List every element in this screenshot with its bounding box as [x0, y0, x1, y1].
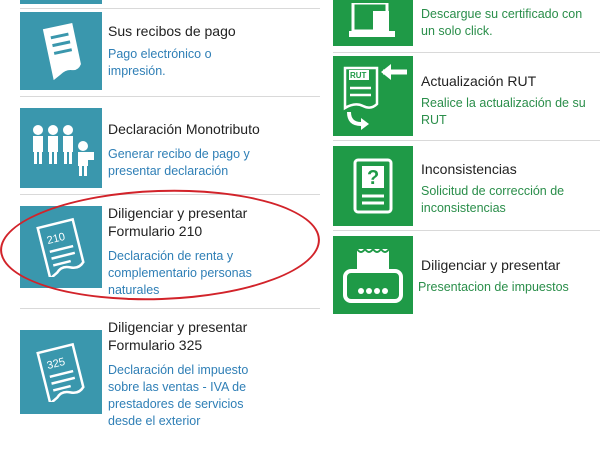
- separator: [333, 140, 600, 141]
- presentar-desc[interactable]: Presentacion de impuestos: [418, 279, 598, 296]
- people-icon: [20, 108, 102, 188]
- top-left-tile-partial[interactable]: [20, 0, 102, 4]
- certificado-desc[interactable]: Descargue su certificado con un solo cli…: [421, 6, 596, 40]
- separator: [20, 96, 320, 97]
- separator: [333, 230, 600, 231]
- recibos-title[interactable]: Sus recibos de pago: [108, 22, 308, 40]
- receipt-icon: [20, 12, 102, 90]
- question-document-icon: ?: [333, 146, 413, 226]
- separator: [20, 8, 320, 9]
- tax-machine-icon: [333, 236, 413, 314]
- formulario-325-title[interactable]: Diligenciar y presentar Formulario 325: [108, 318, 268, 354]
- svg-text:325: 325: [46, 356, 67, 372]
- inconsistencias-title[interactable]: Inconsistencias: [421, 160, 596, 178]
- presentar-title[interactable]: Diligenciar y presentar: [421, 256, 596, 274]
- separator: [333, 52, 600, 53]
- monotributo-title[interactable]: Declaración Monotributo: [108, 120, 308, 138]
- inconsistencias-desc[interactable]: Solicitud de corrección de inconsistenci…: [421, 183, 596, 217]
- rut-title[interactable]: Actualización RUT: [421, 72, 596, 90]
- svg-text:?: ?: [367, 167, 379, 189]
- recibos-desc[interactable]: Pago electrónico o impresión.: [108, 46, 248, 80]
- svg-text:RUT: RUT: [350, 71, 367, 80]
- monotributo-desc[interactable]: Generar recibo de pago y presentar decla…: [108, 146, 278, 180]
- form-325-icon: 325: [20, 330, 102, 414]
- formulario-325-desc[interactable]: Declaración del impuesto sobre las venta…: [108, 362, 268, 430]
- certificate-icon: [333, 0, 413, 46]
- rut-update-icon: RUT: [333, 56, 413, 136]
- rut-desc[interactable]: Realice la actualización de su RUT: [421, 95, 599, 129]
- separator: [20, 308, 320, 309]
